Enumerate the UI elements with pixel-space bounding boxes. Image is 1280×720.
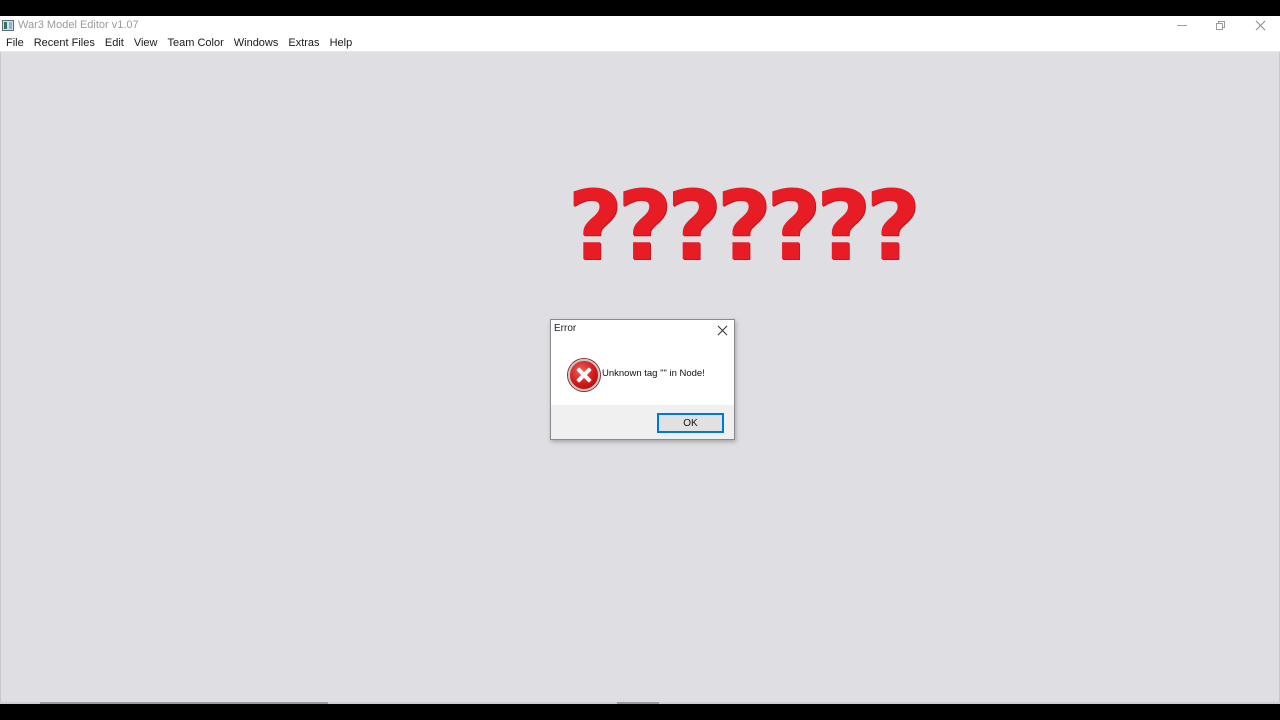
menu-windows[interactable]: Windows <box>229 35 284 52</box>
dialog-close-button[interactable] <box>711 321 733 339</box>
ok-button[interactable]: OK <box>657 413 724 433</box>
menu-team-color[interactable]: Team Color <box>163 35 229 52</box>
taskbar-hint-left <box>40 702 328 704</box>
menu-file[interactable]: File <box>1 35 29 52</box>
close-button[interactable] <box>1240 16 1280 35</box>
close-icon <box>1255 20 1266 31</box>
restore-icon <box>1216 21 1226 30</box>
menu-recent-files[interactable]: Recent Files <box>29 35 100 52</box>
taskbar-hint-center <box>617 702 659 704</box>
dialog-title: Error <box>554 323 577 334</box>
screen: War3 Model Editor v1.07 File Recent File… <box>0 0 1280 720</box>
window-title: War3 Model Editor v1.07 <box>18 19 139 31</box>
close-icon <box>717 325 728 336</box>
error-dialog: Error Unknown tag "" in Node! OK <box>550 319 735 440</box>
menu-extras[interactable]: Extras <box>283 35 324 52</box>
question-marks-overlay: ??????? <box>567 170 921 282</box>
menu-help[interactable]: Help <box>325 35 358 52</box>
minimize-button[interactable] <box>1162 16 1202 35</box>
menu-view[interactable]: View <box>129 35 163 52</box>
dialog-message: Unknown tag "" in Node! <box>602 368 705 379</box>
menu-bar: File Recent Files Edit View Team Color W… <box>0 35 1280 52</box>
error-icon <box>568 359 600 391</box>
app-icon <box>2 20 14 31</box>
title-bar[interactable]: War3 Model Editor v1.07 <box>0 16 1280 35</box>
minimize-icon <box>1177 25 1187 26</box>
restore-button[interactable] <box>1201 16 1241 35</box>
dialog-footer: OK <box>551 405 734 439</box>
menu-edit[interactable]: Edit <box>100 35 129 52</box>
